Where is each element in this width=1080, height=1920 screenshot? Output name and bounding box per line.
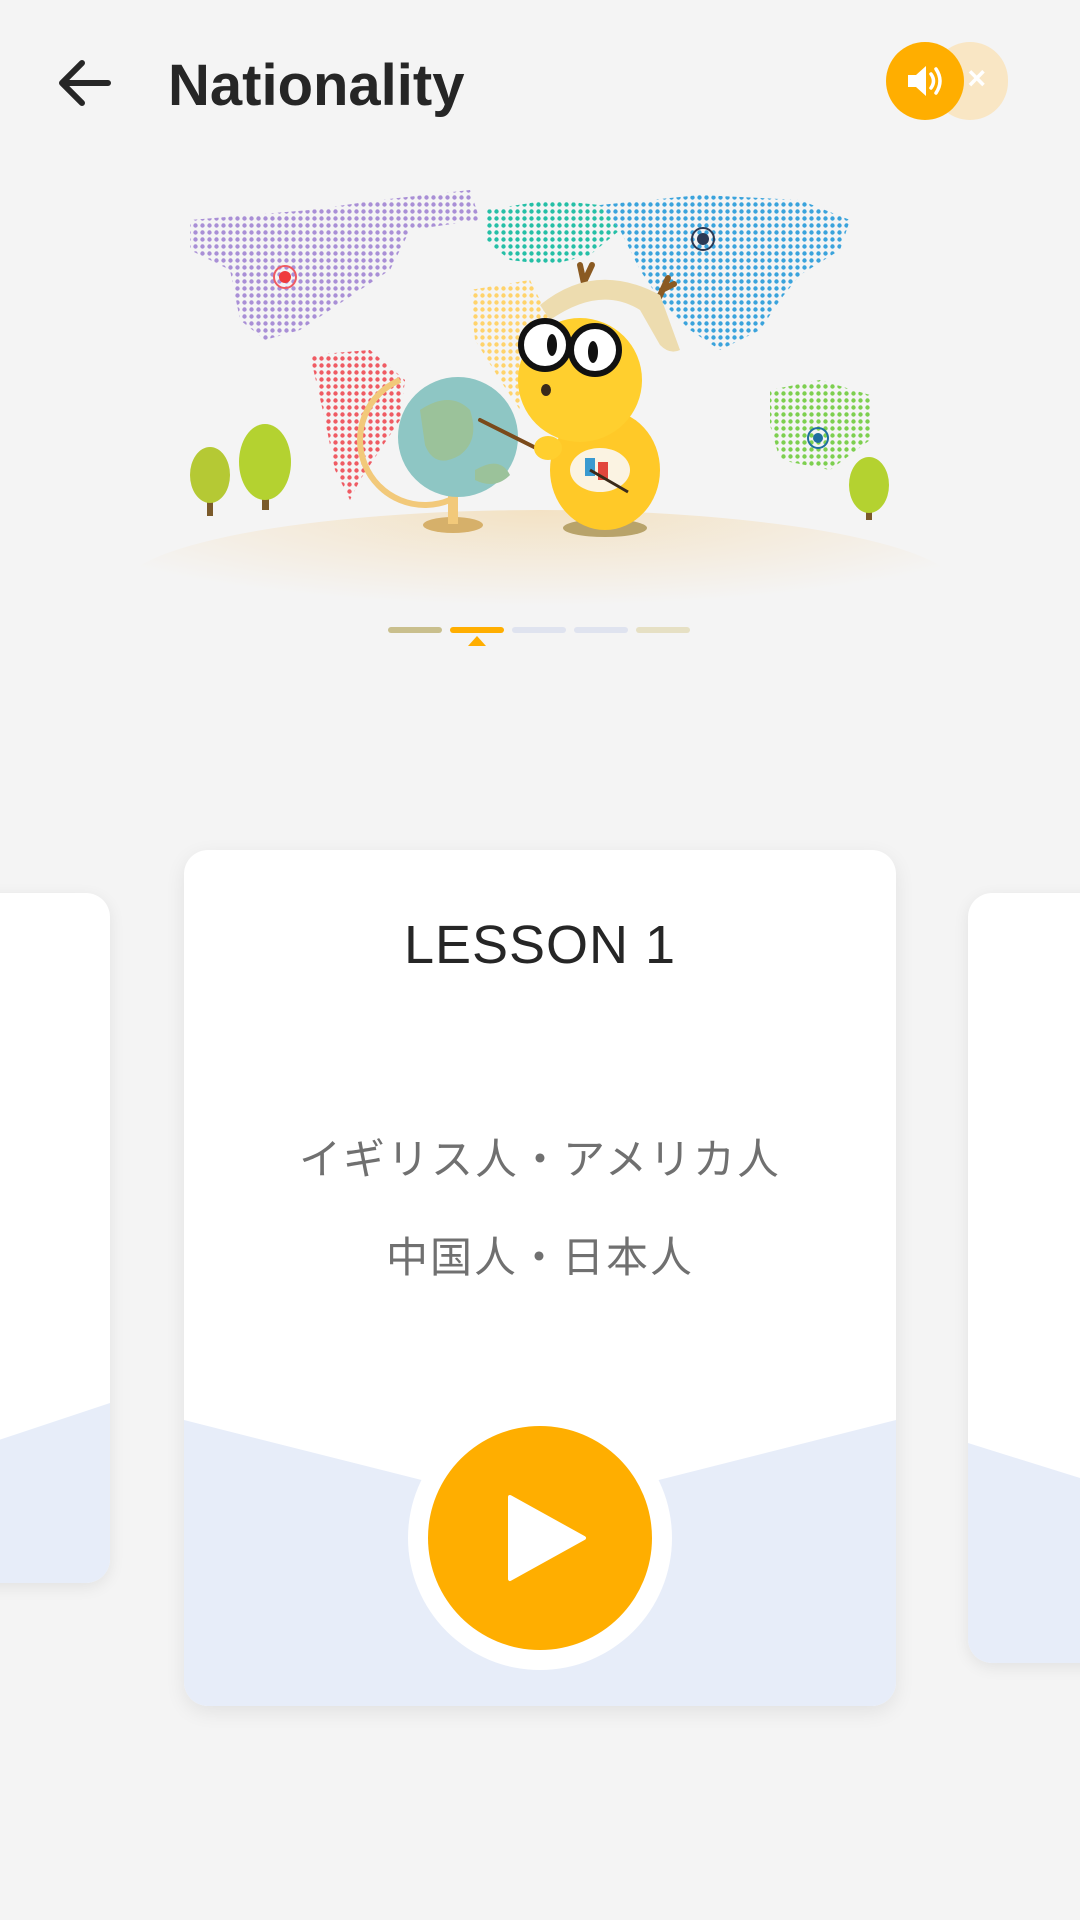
card-wave-background [968, 1443, 1080, 1663]
hero-illustration [80, 180, 1000, 670]
sound-off-mark: × [967, 60, 986, 96]
pager-dot-4[interactable] [574, 627, 628, 633]
next-lesson-card[interactable] [968, 893, 1080, 1663]
carousel-pager [388, 625, 698, 649]
card-wave-background [0, 1403, 110, 1583]
previous-lesson-card[interactable] [0, 893, 110, 1583]
lesson-title: LESSON 1 [403, 915, 677, 975]
top-bar: Nationality × [0, 0, 1080, 170]
sound-toggle[interactable]: × [886, 42, 1010, 120]
lesson-topic-line-1: イギリス人・アメリカ人 [299, 1136, 781, 1183]
page-title: Nationality [168, 53, 465, 118]
world-map-mascot-illustration [120, 190, 960, 670]
arrow-left-icon [59, 60, 111, 106]
lesson-card[interactable]: LESSON 1 イギリス人・アメリカ人 中国人・日本人 [184, 850, 896, 1706]
sound-toggle-knob[interactable] [886, 42, 964, 120]
play-icon [508, 1495, 586, 1581]
pager-dot-3[interactable] [512, 627, 566, 633]
lesson-topic-line-2: 中国人・日本人 [385, 1234, 694, 1281]
pager-active-caret [468, 636, 486, 646]
pager-dot-2[interactable] [450, 627, 504, 633]
play-button[interactable] [428, 1426, 652, 1650]
speaker-icon [908, 66, 942, 96]
back-button[interactable] [48, 45, 124, 121]
pager-dot-5[interactable] [636, 627, 690, 633]
pager-dot-1[interactable] [388, 627, 442, 633]
